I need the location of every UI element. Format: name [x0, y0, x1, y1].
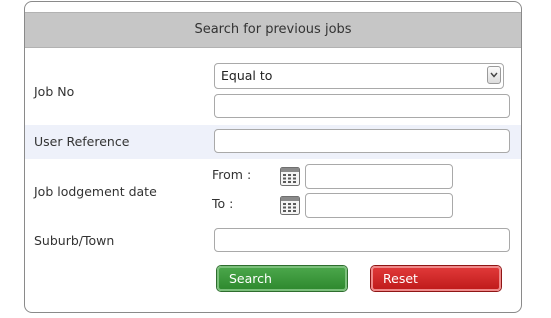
- search-button[interactable]: Search: [217, 266, 347, 291]
- date-to-input[interactable]: [305, 193, 453, 218]
- panel-title: Search for previous jobs: [25, 12, 521, 48]
- date-to-label: To :: [212, 196, 234, 211]
- reset-button[interactable]: Reset: [371, 266, 501, 291]
- suburb-town-label: Suburb/Town: [34, 233, 115, 248]
- job-no-label: Job No: [34, 84, 75, 99]
- calendar-icon[interactable]: [280, 196, 300, 215]
- date-from-label: From :: [212, 167, 252, 182]
- job-no-input[interactable]: [214, 94, 510, 118]
- search-jobs-panel: Search for previous jobs Job No Equal to…: [24, 1, 522, 313]
- suburb-town-input[interactable]: [214, 228, 510, 252]
- job-no-operator-select[interactable]: Equal to: [214, 63, 504, 89]
- user-reference-label: User Reference: [34, 134, 130, 149]
- date-from-input[interactable]: [305, 164, 453, 189]
- job-lodgement-date-label: Job lodgement date: [34, 184, 157, 199]
- job-no-operator-value: Equal to: [221, 68, 273, 83]
- calendar-icon[interactable]: [280, 167, 300, 186]
- chevron-down-icon[interactable]: [487, 66, 501, 84]
- user-reference-input[interactable]: [214, 129, 510, 153]
